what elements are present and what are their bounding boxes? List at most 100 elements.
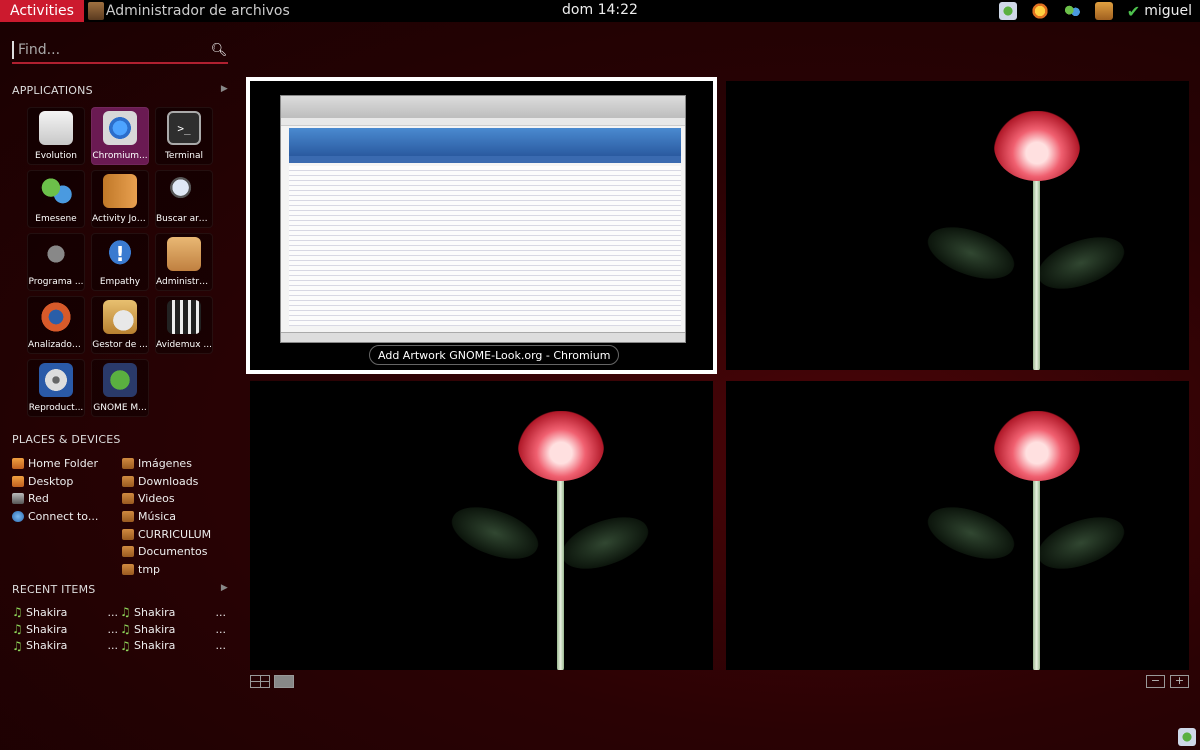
activities-button[interactable]: Activities bbox=[0, 0, 84, 22]
app-file-manager[interactable]: Administra... bbox=[155, 233, 213, 291]
workspace-1[interactable]: Add Artwork GNOME-Look.org - Chromium bbox=[246, 77, 717, 374]
recent-item[interactable]: ♫ Shakira... bbox=[12, 621, 120, 638]
system-tray: ✔ miguel bbox=[998, 0, 1192, 22]
app-empathy[interactable]: ! Empathy bbox=[91, 233, 149, 291]
stem bbox=[1033, 171, 1040, 370]
place-desktop[interactable]: Desktop bbox=[12, 473, 122, 490]
rose-bloom bbox=[994, 411, 1080, 481]
search-box: 🔍︎ bbox=[12, 38, 228, 64]
place-label: Videos bbox=[138, 492, 175, 506]
place-label: Connect to... bbox=[28, 509, 99, 523]
folder-icon bbox=[122, 493, 134, 505]
recent-label: Shakira bbox=[134, 622, 176, 636]
recent-item[interactable]: ♫ Shakira... bbox=[12, 637, 120, 654]
activity-journal-icon bbox=[103, 174, 137, 208]
workspace-3[interactable] bbox=[250, 381, 713, 670]
recent-title: RECENT ITEMS bbox=[12, 583, 96, 596]
messenger-tray-icon[interactable] bbox=[1062, 2, 1081, 20]
chromium-window-thumbnail[interactable] bbox=[280, 95, 686, 343]
recent-item[interactable]: ♫ Shakira... bbox=[120, 637, 228, 654]
recent-item[interactable]: ♫ Shakira... bbox=[120, 604, 228, 621]
app-activity-journal[interactable]: Activity Jou... bbox=[91, 170, 149, 228]
place-downloads[interactable]: Downloads bbox=[122, 473, 232, 490]
places-title: PLACES & DEVICES bbox=[12, 433, 121, 446]
recent-label: Shakira bbox=[26, 622, 68, 636]
rose-bloom bbox=[518, 411, 604, 481]
app-label: Chromium... bbox=[92, 151, 148, 161]
places-header: PLACES & DEVICES bbox=[12, 433, 228, 446]
app-media-player[interactable]: Reproduct... bbox=[27, 359, 85, 417]
folder-icon bbox=[122, 563, 134, 575]
leaf bbox=[921, 216, 1021, 290]
ellipsis: ... bbox=[107, 605, 119, 619]
app-evolution[interactable]: Evolution bbox=[27, 107, 85, 165]
app-emesene[interactable]: Emesene bbox=[27, 170, 85, 228]
search-input[interactable] bbox=[12, 41, 210, 59]
media-player-tray-icon[interactable] bbox=[998, 2, 1017, 20]
expand-arrow-icon[interactable]: ▶ bbox=[221, 84, 228, 97]
grid-view-toggle-icon[interactable] bbox=[250, 675, 270, 688]
recent-item[interactable]: ♫ Shakira... bbox=[120, 621, 228, 638]
leaf bbox=[555, 506, 655, 580]
place-connect-to[interactable]: Connect to... bbox=[12, 508, 122, 525]
leaf bbox=[1031, 506, 1131, 580]
globe-icon bbox=[12, 510, 24, 522]
top-panel: Activities Administrador de archivos dom… bbox=[0, 0, 1200, 22]
disk-analyzer-icon bbox=[39, 300, 73, 334]
place-label: tmp bbox=[138, 562, 161, 576]
app-label: Terminal bbox=[164, 151, 204, 161]
place-label: Documentos bbox=[138, 545, 208, 559]
ellipsis: ... bbox=[215, 639, 227, 653]
leaf bbox=[445, 496, 545, 570]
user-menu[interactable]: ✔ miguel bbox=[1127, 2, 1192, 21]
place-label: Red bbox=[28, 492, 49, 506]
place-documents[interactable]: Documentos bbox=[122, 543, 232, 560]
recent-label: Shakira bbox=[26, 605, 68, 619]
app-chromium[interactable]: Chromium... bbox=[91, 107, 149, 165]
search-icon[interactable]: 🔍︎ bbox=[210, 43, 228, 58]
app-package-manager[interactable]: Gestor de ... bbox=[91, 296, 149, 354]
workspace-4[interactable] bbox=[726, 381, 1189, 670]
music-note-icon: ♫ bbox=[12, 605, 23, 620]
app-gnome-mplayer[interactable]: GNOME M... bbox=[91, 359, 149, 417]
stem bbox=[557, 471, 564, 670]
chromium-icon bbox=[103, 111, 137, 145]
browser-toolbar bbox=[281, 96, 685, 118]
app-search-files[interactable]: Buscar arc... bbox=[155, 170, 213, 228]
network-icon[interactable] bbox=[1094, 2, 1113, 20]
ellipsis: ... bbox=[107, 639, 119, 653]
expand-arrow-icon[interactable]: ▶ bbox=[221, 583, 228, 596]
workspace-2[interactable] bbox=[726, 81, 1189, 370]
app-terminal[interactable]: >_ Terminal bbox=[155, 107, 213, 165]
recent-label: Shakira bbox=[134, 605, 176, 619]
recent-item[interactable]: ♫ Shakira... bbox=[12, 604, 120, 621]
app-menu[interactable]: Administrador de archivos bbox=[87, 2, 290, 20]
update-notifier-icon[interactable] bbox=[1030, 2, 1049, 20]
bookmarks-bar bbox=[281, 118, 685, 126]
place-tmp[interactable]: tmp bbox=[122, 561, 232, 578]
leaf bbox=[921, 496, 1021, 570]
ellipsis: ... bbox=[215, 605, 227, 619]
leaf bbox=[1031, 226, 1131, 300]
app-gimp[interactable]: Programa ... bbox=[27, 233, 85, 291]
remove-workspace-button[interactable]: − bbox=[1146, 675, 1165, 688]
single-view-toggle-icon[interactable] bbox=[274, 675, 294, 688]
app-grid: Evolution Chromium... >_ Terminal Emesene… bbox=[27, 107, 217, 417]
app-avidemux[interactable]: Avidemux ... bbox=[155, 296, 213, 354]
place-curriculum[interactable]: CURRICULUM bbox=[122, 526, 232, 543]
place-videos[interactable]: Videos bbox=[122, 490, 232, 507]
media-player-notification-icon[interactable] bbox=[1178, 728, 1196, 746]
app-disk-analyzer[interactable]: Analizador ... bbox=[27, 296, 85, 354]
user-name: miguel bbox=[1144, 3, 1192, 19]
place-network[interactable]: Red bbox=[12, 490, 122, 507]
recent-header[interactable]: RECENT ITEMS ▶ bbox=[12, 583, 228, 596]
folder-icon bbox=[122, 546, 134, 558]
folder-icon bbox=[122, 528, 134, 540]
place-home-folder[interactable]: Home Folder bbox=[12, 455, 122, 472]
add-workspace-button[interactable]: + bbox=[1170, 675, 1189, 688]
place-label: Desktop bbox=[28, 474, 74, 488]
app-label: Reproduct... bbox=[28, 403, 84, 413]
place-music[interactable]: Música bbox=[122, 508, 232, 525]
place-pictures[interactable]: Imágenes bbox=[122, 455, 232, 472]
applications-header[interactable]: APPLICATIONS ▶ bbox=[12, 84, 228, 97]
